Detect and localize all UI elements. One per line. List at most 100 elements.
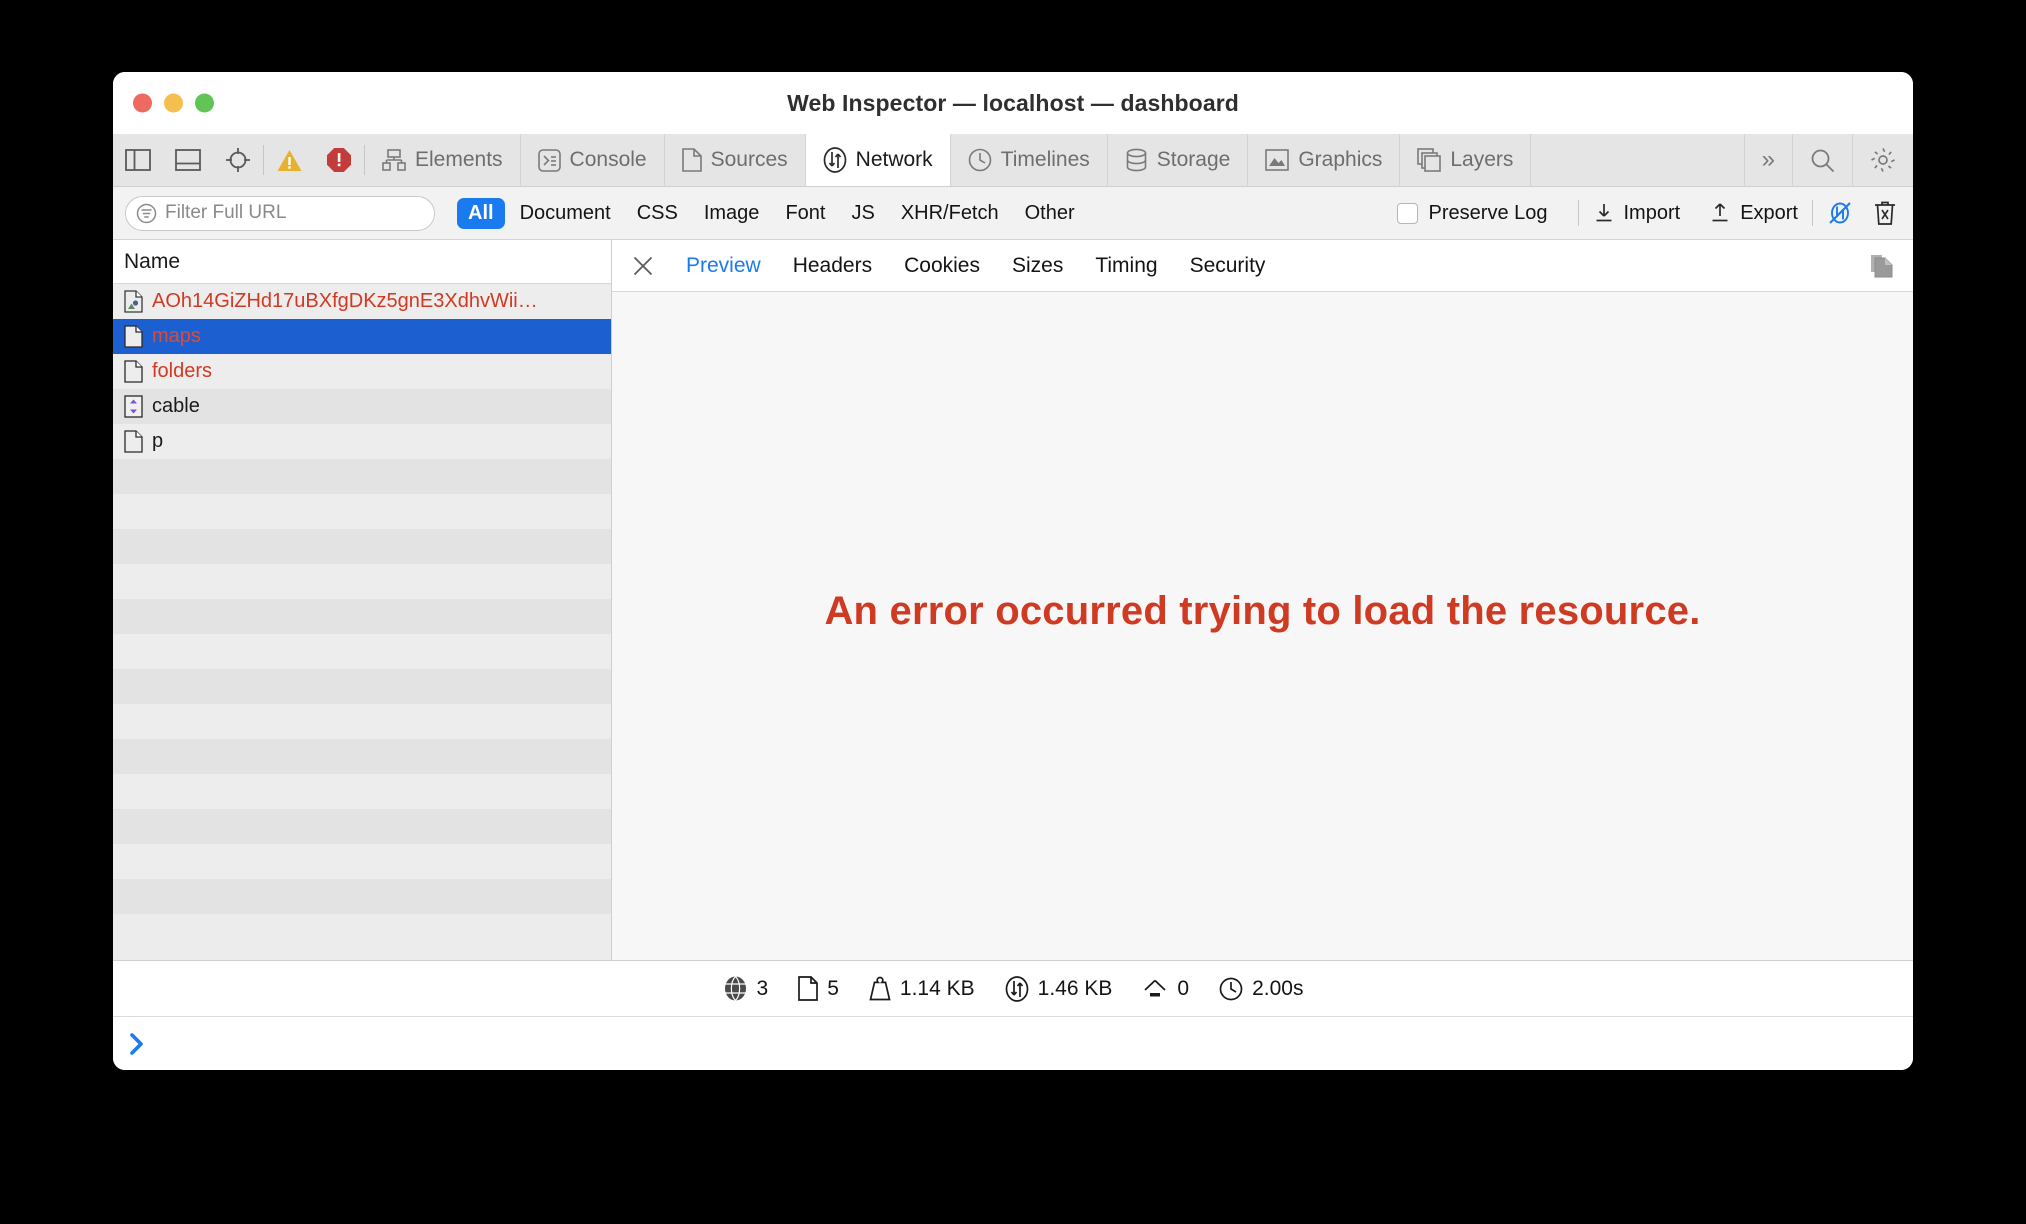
resource-list-column-header: Name [113,240,611,284]
copy-icon[interactable] [1869,253,1895,279]
status-size: 1.14 KB [869,976,975,1001]
resource-list[interactable]: AOh14GiZHd17uBXfgDKz5gnE3XdhvWii… maps f… [113,284,611,960]
resource-type-filters: All Document CSS Image Font JS XHR/Fetch… [457,197,1086,229]
table-row[interactable]: p [113,424,611,459]
filter-type-font[interactable]: Font [774,198,836,229]
export-button[interactable]: Export [1709,202,1798,225]
preserve-log-toggle[interactable]: Preserve Log [1396,201,1548,225]
status-load-value: 0 [1177,976,1190,1000]
error-count-button[interactable] [314,134,364,186]
tab-elements[interactable]: Elements [365,134,521,186]
filter-type-image[interactable]: Image [693,198,771,229]
zoom-window-button[interactable] [195,93,214,113]
minimize-window-button[interactable] [164,93,183,113]
tab-timelines[interactable]: Timelines [951,134,1108,186]
warning-count-button[interactable] [264,134,314,186]
status-transferred-value: 1.46 KB [1037,976,1113,1000]
toggle-sidebar-left-button[interactable] [113,134,163,186]
status-requests: 3 [723,975,769,1002]
resource-detail-tabs: Preview Headers Cookies Sizes Timing Sec… [612,240,1913,292]
chevron-right-icon [129,1032,145,1056]
table-row[interactable]: cable [113,389,611,424]
tab-network[interactable]: Network [805,134,951,186]
status-time-value: 2.00s [1252,976,1304,1000]
status-resources: 5 [798,976,839,1001]
close-detail-button[interactable] [626,255,660,277]
table-row[interactable]: folders [113,354,611,389]
table-row[interactable]: maps [113,319,611,354]
network-status-bar: 3 5 1.14 KB 1.46 KB 0 2.00s [113,960,1913,1016]
tab-layers-label: Layers [1450,148,1514,171]
tab-timing[interactable]: Timing [1079,254,1173,278]
clear-network-items-button[interactable] [1873,200,1897,226]
table-row[interactable]: AOh14GiZHd17uBXfgDKz5gnE3XdhvWii… [113,284,611,319]
list-item [113,494,611,529]
tab-overflow-button[interactable]: » [1743,134,1792,186]
status-size-value: 1.14 KB [899,976,975,1000]
tab-sources[interactable]: Sources [665,134,806,186]
list-item [113,564,611,599]
clock-icon [1219,977,1243,1001]
tab-sizes[interactable]: Sizes [996,254,1079,278]
tab-preview[interactable]: Preview [670,254,777,278]
filter-type-all[interactable]: All [457,197,505,229]
close-icon [632,255,654,277]
filterbar-divider-1 [1577,200,1579,226]
tab-timelines-label: Timelines [1000,148,1090,171]
list-item [113,599,611,634]
elements-icon [382,149,406,171]
warning-badge-icon [276,148,303,173]
list-item [113,809,611,844]
search-input[interactable] [165,202,424,224]
import-button[interactable]: Import [1593,201,1681,225]
tab-elements-label: Elements [415,148,503,171]
console-prompt-bar[interactable] [113,1016,1913,1070]
tab-graphics-label: Graphics [1298,148,1383,171]
filter-type-other[interactable]: Other [1014,198,1086,229]
tab-layers[interactable]: Layers [1400,134,1532,186]
tab-cookies[interactable]: Cookies [888,254,996,278]
filter-icon [136,203,157,224]
network-body: Name AOh14GiZHd17uBXfgDKz5gnE3XdhvWii… m… [113,240,1913,960]
element-selector-button[interactable] [213,134,263,186]
resource-name: maps [152,325,201,347]
preserve-log-label: Preserve Log [1428,201,1548,224]
filter-type-xhr-fetch[interactable]: XHR/Fetch [890,198,1010,229]
tab-graphics[interactable]: Graphics [1248,134,1401,186]
preserve-log-checkbox[interactable] [1396,202,1418,224]
tab-console-label: Console [569,148,647,171]
image-file-icon [124,290,143,313]
disable-network-button[interactable] [1827,200,1853,226]
load-icon [1142,978,1168,1000]
filter-type-document[interactable]: Document [509,198,622,229]
tab-console[interactable]: Console [521,134,665,186]
close-window-button[interactable] [133,93,152,113]
list-item [113,459,611,494]
tab-headers[interactable]: Headers [777,254,888,278]
list-item [113,879,611,914]
timelines-icon [968,148,992,172]
chevron-double-right-icon: » [1761,146,1775,173]
import-label: Import [1623,201,1681,224]
sources-icon [681,148,702,172]
resource-name: cable [152,395,200,417]
storage-icon [1125,148,1148,172]
tab-storage-label: Storage [1156,148,1231,171]
weight-icon [869,976,891,1001]
toggle-sidebar-bottom-button[interactable] [163,134,213,186]
status-requests-value: 3 [756,976,769,1000]
filter-type-js[interactable]: JS [840,198,885,229]
filter-type-css[interactable]: CSS [626,198,689,229]
element-selector-icon [225,147,251,173]
list-item [113,774,611,809]
transfer-icon [1005,975,1029,1002]
graphics-icon [1265,149,1290,171]
filter-url-field[interactable] [125,195,435,231]
tab-storage[interactable]: Storage [1108,134,1249,186]
settings-button[interactable] [1852,134,1913,186]
resource-detail-pane: Preview Headers Cookies Sizes Timing Sec… [612,240,1913,960]
resource-name: folders [152,360,213,382]
tab-security[interactable]: Security [1174,254,1282,278]
search-button[interactable] [1792,134,1852,186]
toggle-sidebar-left-icon [125,149,151,171]
